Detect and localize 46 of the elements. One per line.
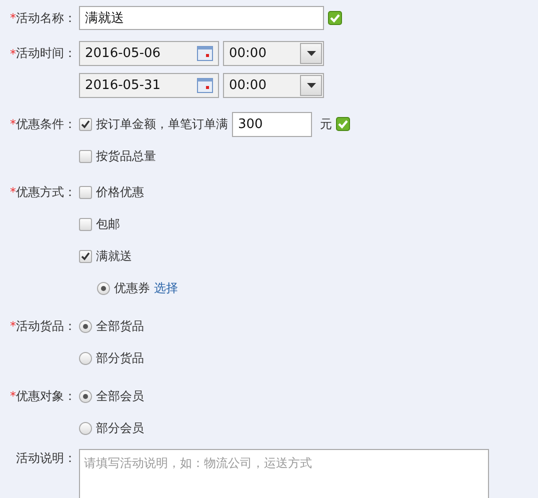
checkbox[interactable] bbox=[79, 250, 92, 262]
checkbox[interactable] bbox=[79, 150, 92, 162]
field-label: 优惠方式： bbox=[16, 184, 76, 200]
option-label: 优惠券 bbox=[114, 280, 150, 296]
field-label: 活动货品： bbox=[16, 318, 76, 334]
date-field[interactable]: 2016-05-31 bbox=[79, 73, 219, 98]
dropdown-arrow-icon bbox=[306, 51, 316, 56]
description-field[interactable]: 请填写活动说明，如：物流公司，运送方式 bbox=[79, 449, 489, 498]
name-field[interactable]: 满就送 bbox=[79, 6, 324, 30]
required-mark: * bbox=[10, 319, 16, 333]
checkbox[interactable] bbox=[79, 118, 92, 130]
option-label: 包邮 bbox=[96, 216, 120, 232]
radio-button[interactable] bbox=[79, 390, 92, 402]
dropdown-arrow-icon bbox=[306, 83, 316, 88]
calendar-icon[interactable] bbox=[197, 46, 213, 61]
time-select[interactable]: 00:00 bbox=[223, 73, 324, 98]
required-mark: * bbox=[10, 11, 16, 25]
option-label: 部分会员 bbox=[96, 420, 144, 436]
option-label: 满就送 bbox=[96, 248, 132, 264]
amount-field[interactable]: 300 bbox=[232, 112, 312, 136]
select-link[interactable]: 选择 bbox=[154, 280, 178, 296]
required-mark: * bbox=[10, 46, 16, 60]
time-select[interactable]: 00:00 bbox=[223, 41, 324, 66]
radio-button[interactable] bbox=[97, 282, 110, 294]
field-label: 优惠条件： bbox=[16, 116, 76, 132]
unit-label: 元 bbox=[320, 116, 332, 132]
required-mark: * bbox=[10, 389, 16, 403]
field-label: 活动时间： bbox=[16, 45, 76, 62]
option-label: 价格优惠 bbox=[96, 184, 144, 200]
option-label: 按订单金额，单笔订单满 bbox=[96, 116, 228, 132]
calendar-icon[interactable] bbox=[197, 78, 213, 93]
required-mark: * bbox=[10, 117, 16, 131]
field-label: 活动说明： bbox=[16, 450, 76, 466]
option-label: 按货品总量 bbox=[96, 148, 156, 164]
field-label: 活动名称： bbox=[16, 10, 76, 26]
checkbox[interactable] bbox=[79, 186, 92, 198]
required-mark: * bbox=[10, 185, 16, 199]
option-label: 全部货品 bbox=[96, 318, 144, 334]
field-label: 优惠对象： bbox=[16, 388, 76, 404]
radio-button[interactable] bbox=[79, 320, 92, 332]
option-label: 部分货品 bbox=[96, 350, 144, 366]
radio-button[interactable] bbox=[79, 352, 92, 364]
date-field[interactable]: 2016-05-06 bbox=[79, 41, 219, 66]
option-label: 全部会员 bbox=[96, 388, 144, 404]
radio-button[interactable] bbox=[79, 422, 92, 434]
checkbox[interactable] bbox=[79, 218, 92, 230]
